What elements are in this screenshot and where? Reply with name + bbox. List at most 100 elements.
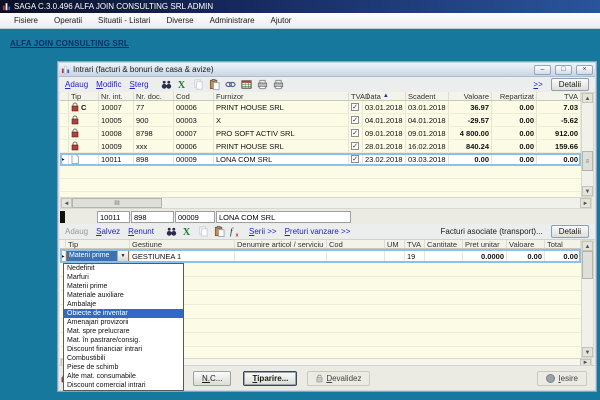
dropdown-option[interactable]: Nedefinit — [64, 264, 183, 273]
table-row[interactable]: 10008 8798 00007 PRO SOFT ACTIV SRL ✓ 09… — [60, 127, 581, 140]
dropdown-option[interactable]: Discount financiar intrari — [64, 345, 183, 354]
company-link[interactable]: ALFA JOIN CONSULTING SRL — [10, 39, 129, 48]
furnizor-field[interactable] — [216, 211, 351, 223]
col2-cod[interactable]: Cod — [327, 240, 385, 248]
col2-valoare[interactable]: Valoare — [507, 240, 545, 248]
menu-diverse[interactable]: Diverse — [159, 16, 202, 25]
col2-tip[interactable]: Tip — [66, 240, 130, 248]
denumire-cell[interactable] — [235, 249, 327, 263]
table-row-selected[interactable]: ▶ 10011 898 00009 LONA COM SRL ✓ 23.02.2… — [60, 153, 581, 166]
journal-table-icon[interactable] — [241, 79, 252, 90]
tip-combobox[interactable]: Materii prime ▼ — [66, 250, 129, 262]
col-tva[interactable]: TVA — [537, 92, 581, 100]
maximize-button[interactable]: □ — [555, 65, 572, 75]
scroll-up-icon[interactable]: ▲ — [582, 93, 593, 103]
item-row-selected[interactable]: ▶ Materii prime ▼ GESTIUNEA 1 19 0.0000 … — [60, 249, 581, 263]
tiparire-button[interactable]: Tiparire... — [243, 371, 297, 386]
detalii-button[interactable]: Detalii — [551, 78, 589, 91]
table-row[interactable]: C 10007 77 00006 PRINT HOUSE SRL ✓ 03.01… — [60, 101, 581, 114]
cod-cell[interactable] — [327, 249, 385, 263]
serii-link[interactable]: Serii >> — [249, 227, 277, 236]
dropdown-option[interactable]: Ambalaje — [64, 300, 183, 309]
dropdown-option[interactable]: Materiale auxiliare — [64, 291, 183, 300]
gestiune-cell[interactable]: GESTIUNEA 1 — [130, 249, 235, 263]
col-nr-doc[interactable]: Nr. doc. — [134, 92, 174, 100]
nr-doc-field[interactable] — [131, 211, 174, 223]
col2-gestiune[interactable]: Gestiune — [130, 240, 235, 248]
col-nr-int[interactable]: Nr. int. — [99, 92, 134, 100]
search-binoculars-icon[interactable] — [166, 226, 177, 237]
scroll-down-icon[interactable]: ▼ — [582, 347, 593, 357]
table-row[interactable]: 10005 900 00003 X ✓ 04.01.2018 04.01.201… — [60, 114, 581, 127]
col2-cantitate[interactable]: Cantitate — [425, 240, 463, 248]
link-chain-icon[interactable] — [225, 79, 236, 90]
print-all-icon[interactable] — [273, 79, 284, 90]
nc-button[interactable]: N.C... — [193, 371, 231, 386]
dropdown-option[interactable]: Amenajari provizorii — [64, 318, 183, 327]
col2-tva[interactable]: TVA — [405, 240, 425, 248]
col-tva-i[interactable]: TVA î — [349, 92, 363, 100]
close-button[interactable]: × — [576, 65, 593, 75]
checkbox-checked-icon[interactable]: ✓ — [351, 129, 359, 137]
adaug-link[interactable]: Adaug — [65, 80, 88, 89]
minimize-button[interactable]: – — [534, 65, 551, 75]
menu-fisiere[interactable]: Fisiere — [6, 16, 46, 25]
scroll-left-icon[interactable]: ◄ — [61, 198, 72, 208]
checkbox-checked-icon[interactable]: ✓ — [351, 155, 359, 163]
salvez-link[interactable]: Salvez — [96, 227, 120, 236]
invoices-vscrollbar[interactable]: ▲ ≡ ▼ — [581, 92, 594, 197]
invoices-hscrollbar[interactable]: ◄ ⦀⦀ ► — [60, 197, 592, 209]
col-data[interactable]: Data▲ — [363, 92, 406, 100]
fx-formula-icon[interactable]: fx — [230, 226, 241, 237]
iesire-button[interactable]: Iesire — [537, 371, 587, 386]
devalidez-button[interactable]: Devalidez — [307, 371, 370, 386]
checkbox-checked-icon[interactable]: ✓ — [351, 142, 359, 150]
pret-unitar-cell[interactable]: 0.0000 — [463, 249, 507, 263]
scroll-down-icon[interactable]: ▼ — [582, 186, 593, 196]
dropdown-option[interactable]: Piese de schimb — [64, 363, 183, 372]
dropdown-option[interactable]: Materii prime — [64, 282, 183, 291]
scroll-up-icon[interactable]: ▲ — [582, 241, 593, 251]
menu-situatii-listari[interactable]: Situatii - Listari — [90, 16, 158, 25]
um-cell[interactable] — [385, 249, 405, 263]
col2-pret-unitar[interactable]: Pret unitar — [463, 240, 507, 248]
items-vscrollbar[interactable]: ▲ ▼ — [581, 240, 594, 358]
dropdown-option[interactable]: Marfuri — [64, 273, 183, 282]
menu-ajutor[interactable]: Ajutor — [263, 16, 300, 25]
table-row[interactable]: 10009 xxx 00006 PRINT HOUSE SRL ✓ 28.01.… — [60, 140, 581, 153]
col2-total[interactable]: Total — [545, 240, 581, 248]
excel-export-icon[interactable]: X — [182, 226, 193, 237]
dropdown-option[interactable]: Alte mat. consumabile — [64, 372, 183, 381]
facturi-asociate-label[interactable]: Facturi asociate (transport)... — [441, 227, 543, 236]
total-cell[interactable]: 0.00 — [545, 249, 581, 263]
checkbox-checked-icon[interactable]: ✓ — [351, 103, 359, 111]
col-repartizat[interactable]: Repartizat — [492, 92, 537, 100]
nr-int-field[interactable] — [97, 211, 130, 223]
checkbox-checked-icon[interactable]: ✓ — [351, 116, 359, 124]
col2-denumire[interactable]: Denumire articol / serviciu — [235, 240, 327, 248]
chevron-down-icon[interactable]: ▼ — [117, 251, 128, 261]
col-cod[interactable]: Cod — [174, 92, 214, 100]
col-furnizor[interactable]: Furnizor — [214, 92, 349, 100]
renunt-link[interactable]: Renunt — [128, 227, 154, 236]
col-tip[interactable]: Tip — [69, 92, 99, 100]
search-binoculars-icon[interactable] — [161, 79, 172, 90]
col-valoare[interactable]: Valoare — [449, 92, 492, 100]
cod-field[interactable] — [175, 211, 215, 223]
modific-link[interactable]: Modific — [96, 80, 121, 89]
dropdown-option[interactable]: Discount comercial intrari — [64, 381, 183, 390]
excel-export-icon[interactable]: X — [177, 79, 188, 90]
col-scadent[interactable]: Scadent — [406, 92, 449, 100]
dropdown-option[interactable]: Mat. spre prelucrare — [64, 327, 183, 336]
sterg-link[interactable]: Sterg — [130, 80, 149, 89]
scroll-right-icon[interactable]: ► — [580, 198, 591, 208]
menu-administrare[interactable]: Administrare — [202, 16, 263, 25]
paste-icon[interactable] — [209, 79, 220, 90]
dropdown-option-highlighted[interactable]: Obiecte de inventar — [64, 309, 183, 318]
hscroll-thumb[interactable]: ⦀⦀ — [72, 198, 162, 208]
menu-operatii[interactable]: Operatii — [46, 16, 90, 25]
dropdown-option[interactable]: Combustibili — [64, 354, 183, 363]
vscroll-thumb[interactable]: ≡ — [582, 151, 593, 171]
detalii2-button[interactable]: Detalii — [551, 225, 589, 238]
dropdown-option[interactable]: Mat. în pastrare/consig. — [64, 336, 183, 345]
